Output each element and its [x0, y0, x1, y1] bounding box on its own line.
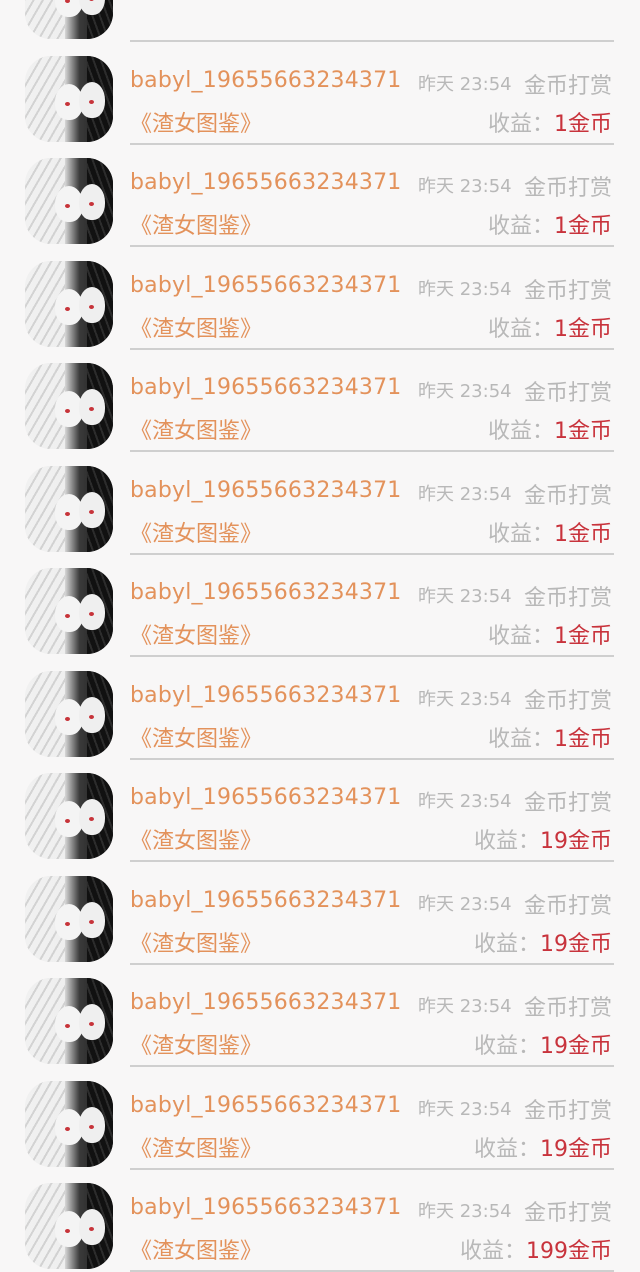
username[interactable]: babyl_19655663234371	[130, 375, 402, 400]
user-avatar[interactable]	[25, 568, 113, 654]
username[interactable]: babyl_19655663234371	[130, 1093, 402, 1118]
reward-type: 金币打赏	[523, 176, 612, 201]
list-item[interactable]: babyl_19655663234371 昨天 23:54 金币打赏 《渣女图鉴…	[0, 748, 640, 862]
timestamp: 昨天 23:54	[418, 73, 512, 95]
timestamp: 昨天 23:54	[418, 688, 512, 710]
username[interactable]: babyl_19655663234371	[130, 888, 402, 913]
list-item[interactable]: babyl_19655663234371 昨天 23:54 金币打赏 《渣女图鉴…	[0, 236, 640, 350]
user-avatar[interactable]	[25, 260, 113, 347]
reward-type: 金币打赏	[523, 688, 612, 714]
user-avatar[interactable]	[25, 1080, 113, 1167]
user-avatar[interactable]	[25, 363, 113, 449]
book-title[interactable]: 《渣女图鉴》	[130, 1233, 262, 1265]
reward-type: 金币打赏	[523, 278, 612, 304]
income-label: 收益：	[459, 1239, 526, 1264]
list-item[interactable]: babyl_19655663234371 昨天 23:54 金币打赏 《渣女图鉴…	[0, 338, 640, 452]
list-item[interactable]: babyl_19655663234371 昨天 23:54 金币打赏 《渣女图鉴…	[0, 953, 640, 1067]
list-item[interactable]: babyl_19655663234371 昨天 23:54 金币打赏 《渣女图鉴…	[0, 646, 640, 760]
timestamp: 昨天 23:54	[418, 996, 512, 1017]
username[interactable]: babyl_19655663234371	[130, 785, 402, 810]
list-item-partial[interactable]	[0, 0, 640, 42]
user-avatar[interactable]	[25, 670, 113, 757]
timestamp: 昨天 23:54	[418, 586, 512, 607]
reward-type: 金币打赏	[523, 1201, 612, 1226]
timestamp: 昨天 23:54	[418, 893, 512, 915]
timestamp: 昨天 23:54	[418, 176, 512, 197]
timestamp: 昨天 23:54	[418, 483, 512, 505]
user-avatar[interactable]	[25, 875, 113, 962]
user-avatar[interactable]	[25, 978, 113, 1064]
username[interactable]: babyl_19655663234371	[130, 478, 402, 503]
username[interactable]: babyl_19655663234371	[130, 273, 402, 298]
list-item[interactable]: babyl_19655663234371 昨天 23:54 金币打赏 《渣女图鉴…	[0, 441, 640, 555]
reward-type: 金币打赏	[523, 586, 612, 611]
username[interactable]: babyl_19655663234371	[130, 683, 402, 708]
reward-type: 金币打赏	[523, 73, 612, 99]
reward-type: 金币打赏	[523, 996, 612, 1021]
reward-type: 金币打赏	[523, 791, 612, 816]
username[interactable]: babyl_19655663234371	[130, 990, 402, 1015]
list-item[interactable]: babyl_19655663234371 昨天 23:54 金币打赏 《渣女图鉴…	[0, 31, 640, 145]
timestamp: 昨天 23:54	[418, 1098, 512, 1120]
income: 收益：199金币	[460, 1233, 612, 1265]
timestamp: 昨天 23:54	[418, 381, 512, 402]
reward-type: 金币打赏	[523, 381, 612, 406]
timestamp: 昨天 23:54	[418, 1201, 512, 1222]
reward-record-list: babyl_19655663234371 昨天 23:54 金币打赏 《渣女图鉴…	[0, 0, 640, 1272]
list-item[interactable]: babyl_19655663234371 昨天 23:54 金币打赏 《渣女图鉴…	[0, 851, 640, 965]
user-avatar[interactable]	[25, 1183, 113, 1269]
user-avatar[interactable]	[25, 55, 113, 142]
user-avatar[interactable]	[25, 773, 113, 859]
list-item[interactable]: babyl_19655663234371 昨天 23:54 金币打赏 《渣女图鉴…	[0, 543, 640, 657]
reward-type: 金币打赏	[523, 1098, 612, 1124]
list-item[interactable]: babyl_19655663234371 昨天 23:54 金币打赏 《渣女图鉴…	[0, 1158, 640, 1272]
timestamp: 昨天 23:54	[418, 791, 512, 812]
username[interactable]: babyl_19655663234371	[130, 580, 402, 605]
timestamp: 昨天 23:54	[418, 278, 512, 300]
reward-type: 金币打赏	[523, 893, 612, 919]
user-avatar[interactable]	[25, 158, 113, 244]
income-amount: 199金币	[526, 1239, 612, 1264]
username[interactable]: babyl_19655663234371	[130, 68, 402, 93]
user-avatar[interactable]	[25, 465, 113, 552]
username[interactable]: babyl_19655663234371	[130, 170, 402, 195]
list-item[interactable]: babyl_19655663234371 昨天 23:54 金币打赏 《渣女图鉴…	[0, 1056, 640, 1170]
username[interactable]: babyl_19655663234371	[130, 1195, 402, 1220]
reward-type: 金币打赏	[523, 483, 612, 509]
list-item[interactable]: babyl_19655663234371 昨天 23:54 金币打赏 《渣女图鉴…	[0, 133, 640, 247]
